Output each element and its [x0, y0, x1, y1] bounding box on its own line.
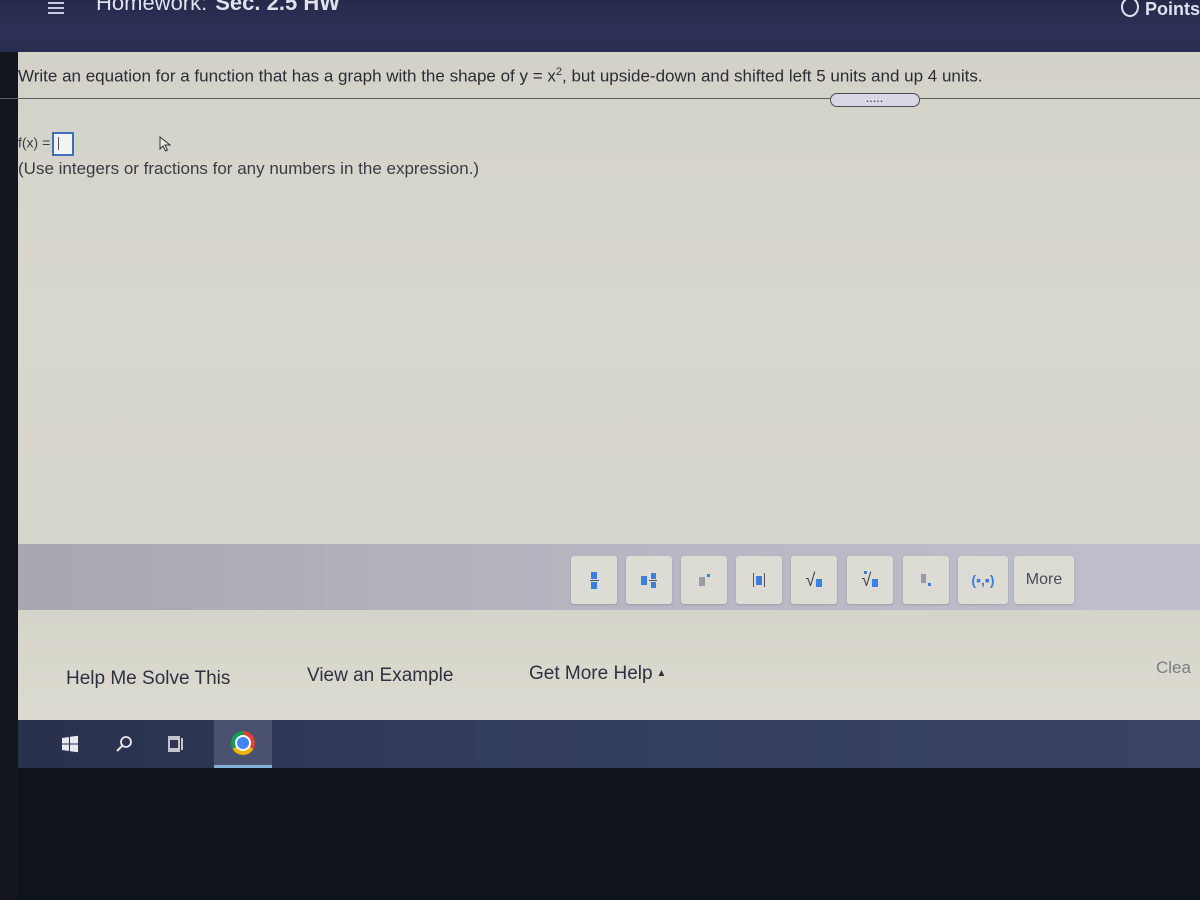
mouse-pointer-icon [159, 136, 172, 152]
task-view-icon[interactable] [166, 734, 186, 754]
fraction-button[interactable] [571, 556, 617, 604]
help-me-solve-this-button[interactable]: Help Me Solve This [66, 668, 230, 690]
question-text-part: Write an equation for a function that ha… [18, 66, 556, 86]
ordered-pair-icon: (▪,▪) [971, 572, 995, 588]
caret-up-icon: ▲ [656, 668, 667, 679]
nth-root-icon: √ [862, 571, 879, 589]
exponent-button[interactable] [681, 556, 727, 604]
square-root-icon: √ [806, 571, 823, 589]
nth-root-button[interactable]: √ [847, 556, 893, 604]
question-text: Write an equation for a function that ha… [18, 66, 983, 87]
expand-question-button[interactable]: ..... [830, 93, 920, 107]
ordered-pair-button[interactable]: (▪,▪) [958, 556, 1008, 604]
exponent-icon [698, 574, 710, 586]
get-more-help-button[interactable]: Get More Help ▲ [529, 663, 666, 685]
question-text-part: , but upside-down and shifted left 5 uni… [562, 66, 983, 86]
math-palette: √ √ (▪,▪) More [18, 544, 1200, 610]
circle-icon [1120, 0, 1139, 17]
hamburger-menu-icon[interactable] [48, 2, 64, 14]
subscript-button[interactable] [903, 556, 949, 604]
absolute-value-icon [753, 573, 765, 587]
windows-start-icon[interactable] [60, 734, 80, 754]
clear-all-button[interactable]: Clea [1156, 658, 1191, 678]
mixed-number-button[interactable] [626, 556, 672, 604]
points-label: Points [1144, 0, 1200, 19]
screen-bezel [0, 0, 18, 900]
square-root-button[interactable]: √ [791, 556, 837, 604]
more-button[interactable]: More [1014, 556, 1074, 604]
subscript-icon [921, 574, 931, 586]
fraction-icon [589, 571, 599, 589]
divider [0, 98, 1200, 99]
get-more-help-label: Get More Help [529, 663, 653, 684]
view-an-example-button[interactable]: View an Example [307, 665, 453, 687]
help-bar: Help Me Solve This View an Example Get M… [18, 610, 1200, 720]
more-label: More [1025, 571, 1063, 588]
page-title: Homework: Sec. 2.5 HW [96, 0, 340, 16]
answer-input[interactable] [52, 132, 75, 156]
mixed-number-icon [641, 572, 657, 588]
answer-hint: (Use integers or fractions for any numbe… [18, 159, 480, 178]
windows-taskbar [18, 720, 1200, 768]
title-prefix: Homework: [96, 0, 208, 15]
answer-line: f(x) = [18, 132, 75, 156]
chrome-icon [231, 731, 255, 755]
absolute-value-button[interactable] [736, 556, 782, 604]
answer-label: f(x) = [18, 134, 51, 151]
header-bar: Homework: Sec. 2.5 HW Points [0, 0, 1200, 52]
title-section: Sec. 2.5 HW [215, 0, 340, 15]
chrome-taskbar-button[interactable] [214, 720, 272, 768]
points-indicator: Points [1120, 0, 1200, 20]
search-icon[interactable] [114, 734, 134, 754]
question-panel: Write an equation for a function that ha… [0, 52, 1200, 720]
